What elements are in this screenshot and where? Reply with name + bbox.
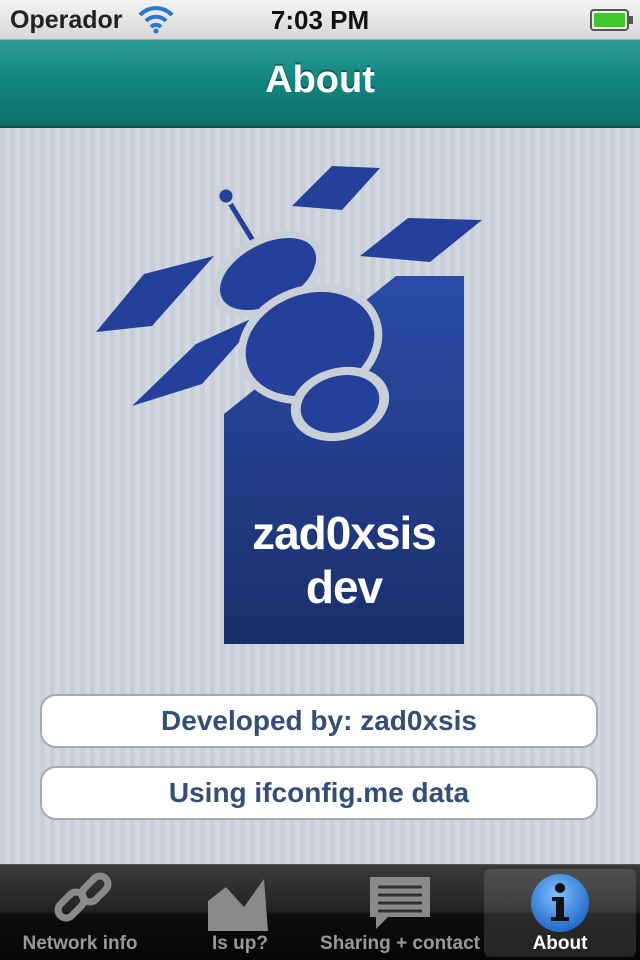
chain-link-icon [4,871,156,933]
status-bar: Operador 7:03 PM [0,0,640,40]
status-time: 7:03 PM [270,5,370,35]
page-title: About [265,59,375,101]
graph-icon [164,871,316,933]
battery-icon [590,9,634,36]
data-source-button[interactable]: Using ifconfig.me data [40,766,598,820]
tab-label: Is up? [212,933,268,954]
about-content: zad0xsis dev Developed by: zad0xsis Usin… [0,128,640,864]
tab-bar: Network info Is up? Sharing + contact Ab… [0,864,640,960]
tab-label: Network info [22,933,138,954]
tab-label: Sharing + contact [320,933,480,954]
tab-is-up[interactable]: Is up? [164,869,316,957]
tab-label: About [532,933,588,954]
tab-network-info[interactable]: Network info [4,869,156,957]
navigation-bar: About [0,40,640,128]
logo-text-dev: dev [305,561,383,613]
tab-about[interactable]: About [484,869,636,957]
tab-sharing-contact[interactable]: Sharing + contact [320,869,480,957]
info-icon [484,871,636,933]
developer-button[interactable]: Developed by: zad0xsis [40,694,598,748]
logo-text-name: zad0xsis [252,507,437,559]
speech-bubble-icon [324,871,476,933]
